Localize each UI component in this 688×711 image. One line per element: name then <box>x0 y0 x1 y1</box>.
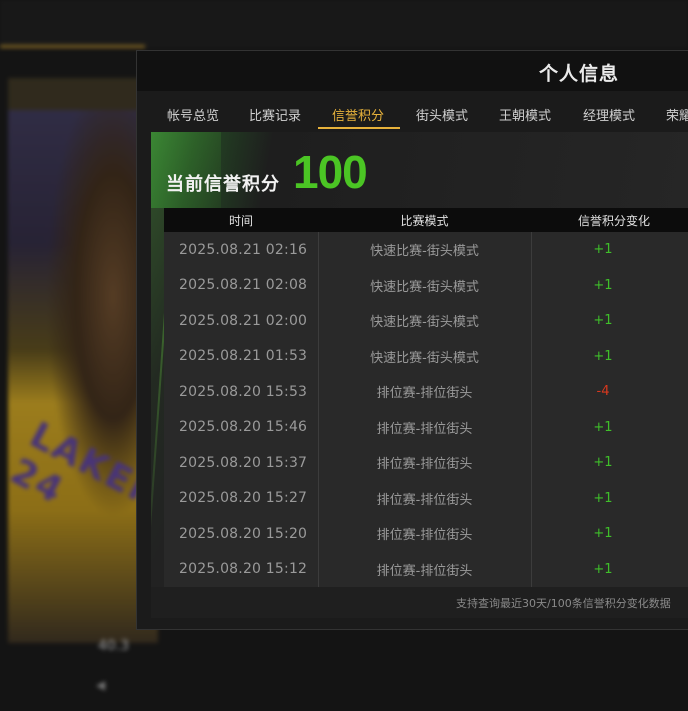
background-nav-tab <box>0 0 145 48</box>
background-nav-button <box>255 680 360 711</box>
row-time: 2025.08.21 02:16 <box>179 241 308 258</box>
background-top-nav <box>0 0 688 48</box>
row-time: 2025.08.20 15:53 <box>179 383 308 400</box>
credit-score-label: 当前信誉积分 <box>166 174 280 195</box>
row-mode: 快速比赛-街头模式 <box>370 244 479 260</box>
table-row: 2025.08.20 15:46 排位赛-排位街头 +1 <box>164 410 688 446</box>
tab-bar: 帐号总览 比赛记录 信誉积分 街头模式 王朝模式 经理模式 荣耀 <box>137 91 688 133</box>
table-row: 2025.08.20 15:37 排位赛-排位街头 +1 <box>164 445 688 481</box>
background-nav-button <box>360 680 465 711</box>
tab-match-records[interactable]: 比赛记录 <box>249 105 301 124</box>
column-header-mode: 比赛模式 <box>400 213 449 228</box>
personal-info-modal: 个人信息 帐号总览 比赛记录 信誉积分 街头模式 王朝模式 经理模式 荣耀 当前… <box>136 50 688 630</box>
row-change: +1 <box>593 242 613 258</box>
tab-honor[interactable]: 荣耀 <box>666 105 688 124</box>
credit-history-table: 时间 比赛模式 信誉积分变化 2025.08.21 02:16 快速比赛-街头模式… <box>164 208 688 587</box>
modal-title: 个人信息 <box>539 63 620 85</box>
credit-score-banner: 当前信誉积分 100 <box>151 132 688 618</box>
background-nav-button <box>150 680 255 711</box>
column-header-time: 时间 <box>228 213 253 228</box>
row-change: +1 <box>593 313 613 329</box>
row-time: 2025.08.20 15:20 <box>179 525 308 542</box>
row-change: +1 <box>593 561 613 577</box>
credit-score-panel: 当前信誉积分 100 时间 比赛模式 信誉积分变化 2025.08.21 02:… <box>151 132 688 618</box>
table-header: 时间 比赛模式 信誉积分变化 <box>164 208 688 232</box>
background-nav-button <box>465 680 570 711</box>
tab-street-mode[interactable]: 街头模式 <box>416 105 468 124</box>
column-divider <box>531 232 532 587</box>
table-row: 2025.08.21 02:00 快速比赛-街头模式 +1 <box>164 303 688 339</box>
tab-dynasty-mode[interactable]: 王朝模式 <box>499 105 551 124</box>
game-screen: LAKERS 24 40.3 ◀ 个人信息 帐号总览 比赛记录 信誉积分 街头模… <box>0 0 688 711</box>
row-mode: 排位赛-排位街头 <box>376 528 473 544</box>
tab-account-overview[interactable]: 帐号总览 <box>167 105 219 124</box>
table-row: 2025.08.21 01:53 快速比赛-街头模式 +1 <box>164 339 688 375</box>
row-mode: 排位赛-排位街头 <box>376 457 473 473</box>
row-mode: 排位赛-排位街头 <box>376 421 473 437</box>
arrow-left-icon: ◀ <box>96 678 106 692</box>
row-change: +1 <box>593 526 613 542</box>
row-time: 2025.08.20 15:37 <box>179 454 308 471</box>
row-mode: 排位赛-排位街头 <box>376 563 473 579</box>
row-change: -4 <box>596 384 610 400</box>
table-body[interactable]: 2025.08.21 02:16 快速比赛-街头模式 +1 2025.08.21 02… <box>164 232 688 587</box>
background-nav-button <box>570 680 675 711</box>
table-row: 2025.08.20 15:20 排位赛-排位街头 +1 <box>164 516 688 552</box>
row-change: +1 <box>593 419 613 435</box>
row-mode: 排位赛-排位街头 <box>376 386 473 402</box>
table-row: 2025.08.20 15:27 排位赛-排位街头 +1 <box>164 481 688 517</box>
table-row: 2025.08.21 02:08 快速比赛-街头模式 +1 <box>164 268 688 304</box>
row-time: 2025.08.21 01:53 <box>179 348 308 365</box>
active-tab-indicator <box>318 127 400 129</box>
row-change: +1 <box>593 490 613 506</box>
table-row: 2025.08.20 15:12 排位赛-排位街头 +1 <box>164 552 688 588</box>
credit-score-value: 100 <box>293 146 368 198</box>
row-mode: 快速比赛-街头模式 <box>370 279 479 295</box>
row-mode: 排位赛-排位街头 <box>376 492 473 508</box>
tab-manager-mode[interactable]: 经理模式 <box>583 105 635 124</box>
column-divider <box>318 232 319 587</box>
row-mode: 快速比赛-街头模式 <box>370 315 479 331</box>
row-change: +1 <box>593 277 613 293</box>
column-header-change: 信誉积分变化 <box>577 213 650 228</box>
row-mode: 快速比赛-街头模式 <box>370 350 479 366</box>
row-time: 2025.08.20 15:27 <box>179 490 308 507</box>
table-row: 2025.08.21 02:16 快速比赛-街头模式 +1 <box>164 232 688 268</box>
row-time: 2025.08.21 02:00 <box>179 312 308 329</box>
row-change: +1 <box>593 348 613 364</box>
tab-credit-score[interactable]: 信誉积分 <box>332 105 384 124</box>
background-stat: 40.3 <box>98 638 130 654</box>
background-nav-tab <box>435 0 580 48</box>
table-row: 2025.08.20 15:53 排位赛-排位街头 -4 <box>164 374 688 410</box>
row-change: +1 <box>593 455 613 471</box>
row-time: 2025.08.20 15:46 <box>179 419 308 436</box>
query-limit-note: 支持查询最近30天/100条信誉积分变化数据 <box>151 587 688 618</box>
row-time: 2025.08.20 15:12 <box>179 561 308 578</box>
background-nav-tab <box>145 0 290 48</box>
background-nav-tab <box>290 0 435 48</box>
background-bottom-nav <box>150 680 688 711</box>
modal-header: 个人信息 <box>137 51 688 91</box>
row-time: 2025.08.21 02:08 <box>179 277 308 294</box>
